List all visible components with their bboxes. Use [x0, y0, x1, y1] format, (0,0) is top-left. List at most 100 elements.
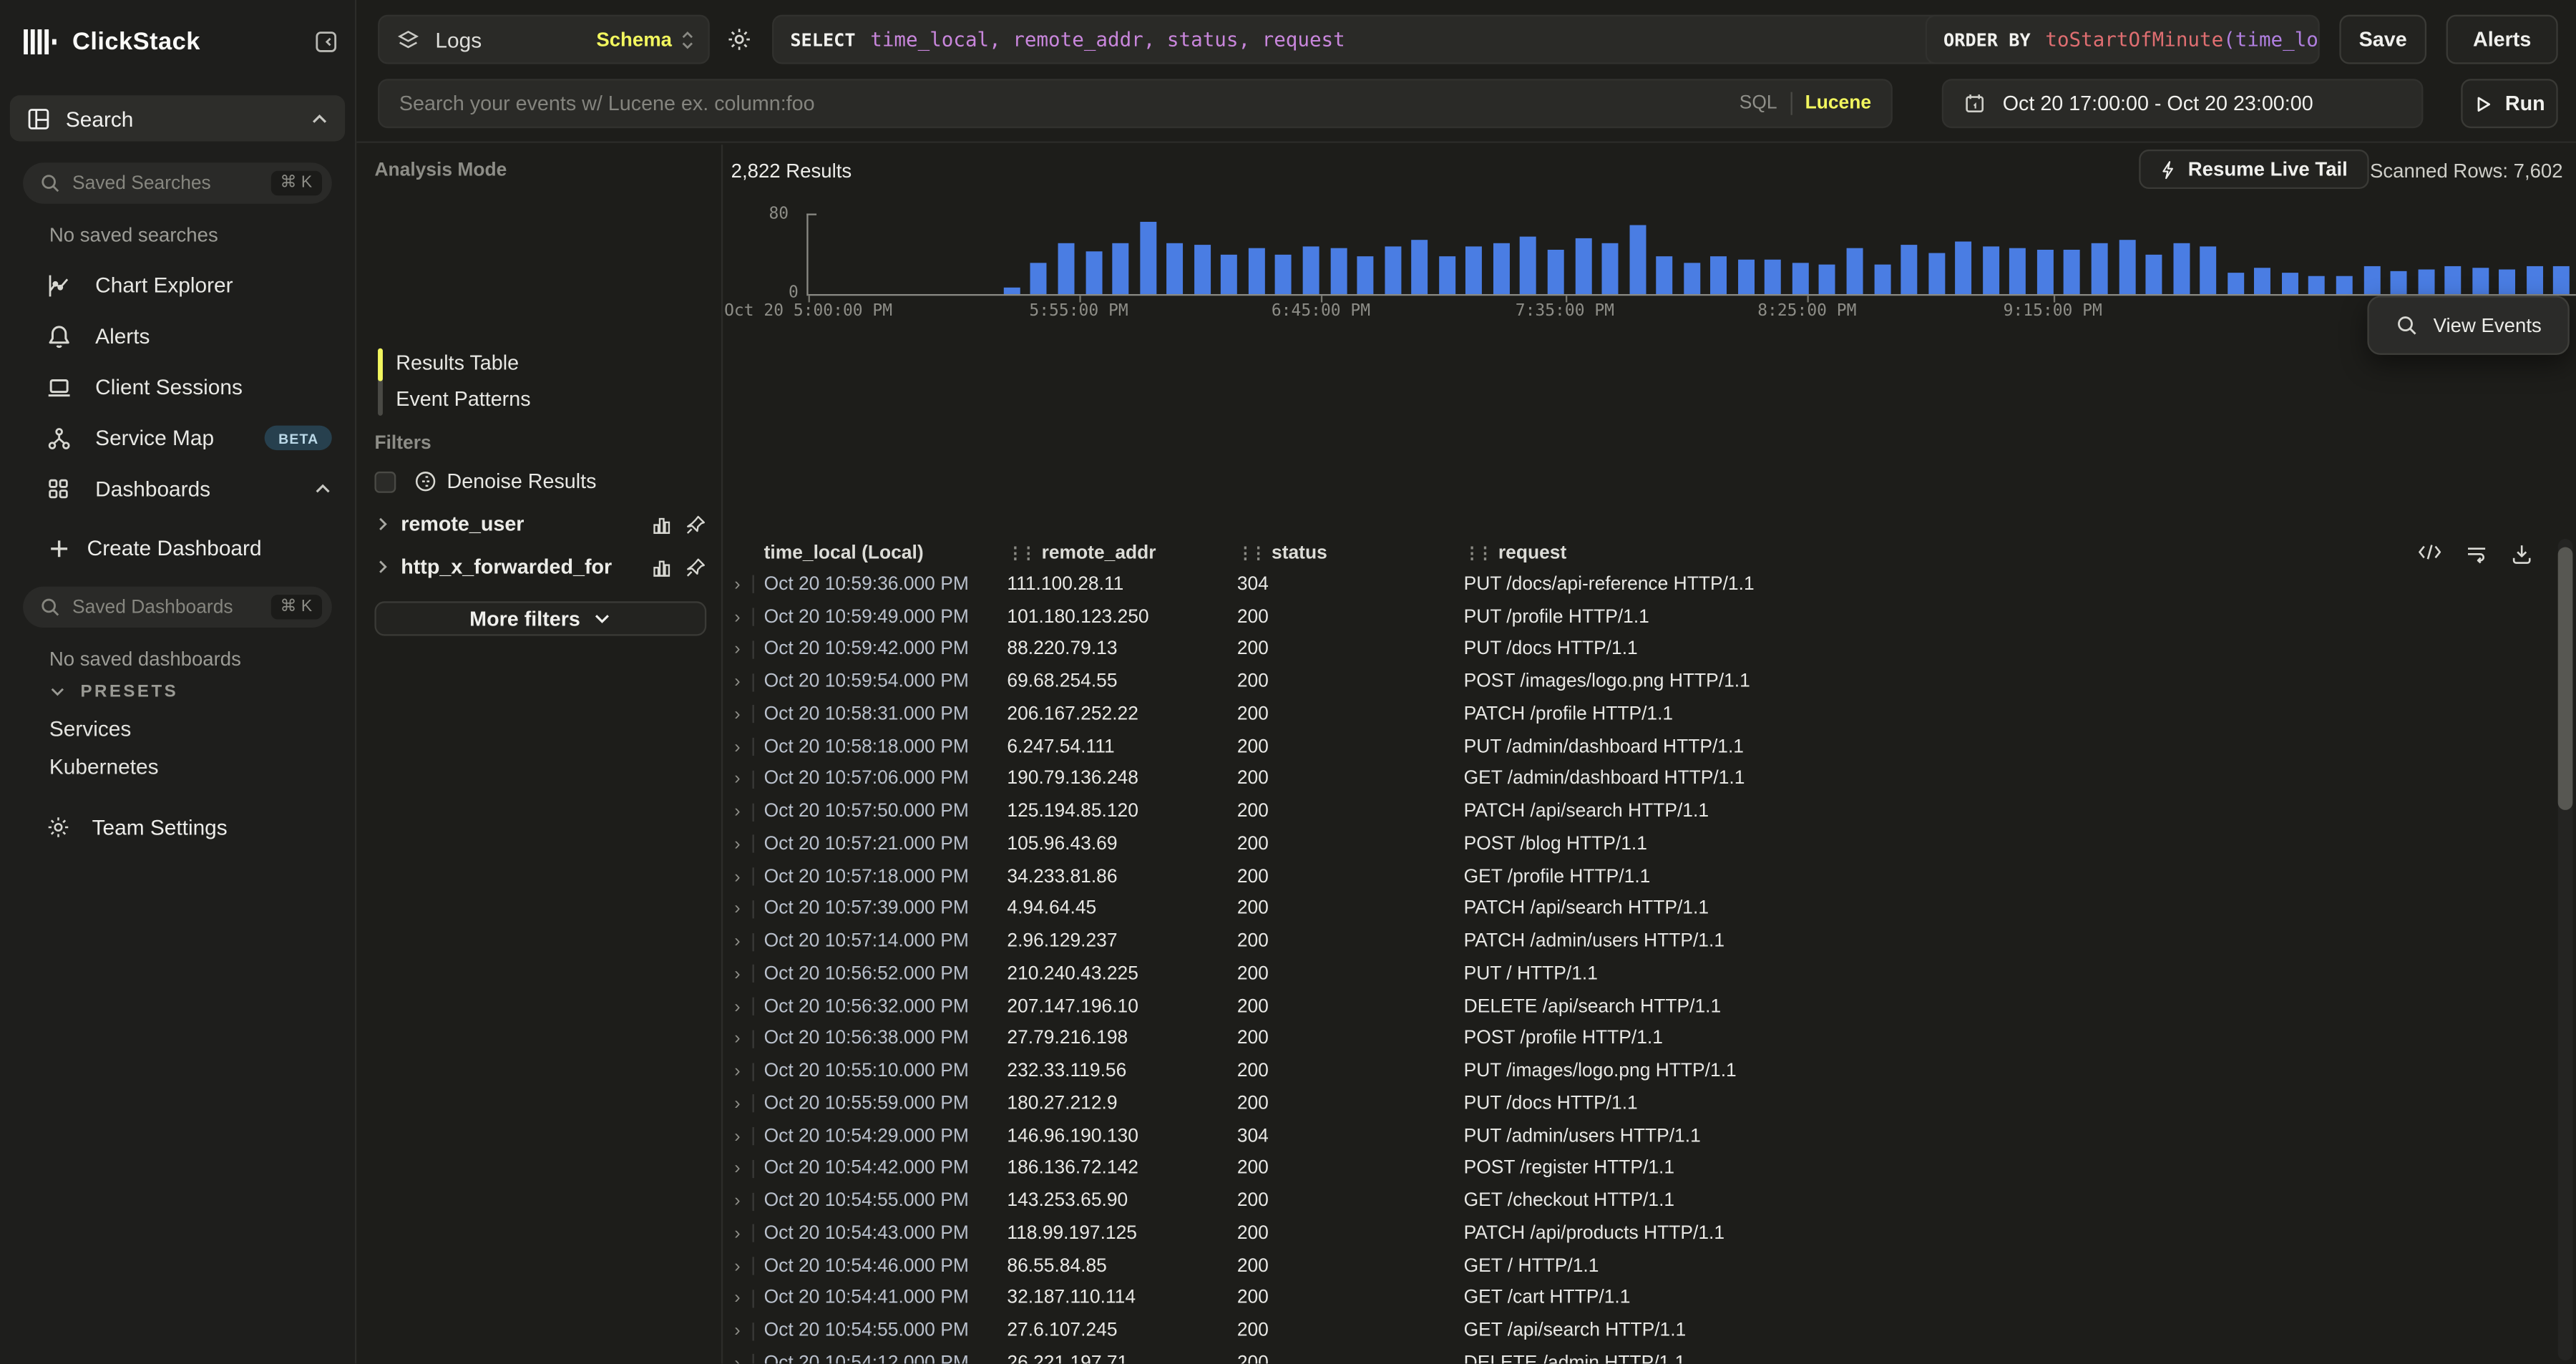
chevron-up-icon[interactable]: [311, 109, 328, 127]
histogram-bar[interactable]: [2119, 240, 2135, 294]
histogram-plot[interactable]: [809, 220, 2576, 296]
code-view-icon[interactable]: [2416, 542, 2443, 565]
histogram-bar[interactable]: [1847, 248, 1863, 294]
row-expand-chevron-icon[interactable]: ›: [734, 997, 752, 1017]
lucene-search-input[interactable]: Search your events w/ Lucene ex. column:…: [378, 79, 1893, 128]
preset-item-services[interactable]: Services: [49, 716, 131, 741]
histogram-bar[interactable]: [2445, 266, 2462, 294]
histogram-bar[interactable]: [1792, 262, 1809, 294]
table-row[interactable]: ›Oct 20 10:56:52.000 PM210.240.43.225200…: [724, 958, 2543, 990]
histogram-bar[interactable]: [2309, 277, 2326, 294]
drag-handle-icon[interactable]: ⋮⋮: [1464, 545, 1491, 562]
table-row[interactable]: ›Oct 20 10:59:54.000 PM69.68.254.55200PO…: [724, 666, 2543, 698]
table-row[interactable]: ›Oct 20 10:56:38.000 PM27.79.216.198200P…: [724, 1023, 2543, 1055]
table-row[interactable]: ›Oct 20 10:54:41.000 PM32.187.110.114200…: [724, 1282, 2543, 1315]
wrap-text-icon[interactable]: [2464, 542, 2489, 565]
histogram-bar[interactable]: [1330, 248, 1347, 294]
denoise-results-toggle[interactable]: Denoise Results: [374, 470, 596, 493]
orderby-input[interactable]: ORDER BY toStartOfMinute(time_local) DES…: [1926, 15, 2320, 64]
chevron-up-icon[interactable]: [314, 479, 332, 497]
histogram-bar[interactable]: [2146, 255, 2162, 294]
column-header-remote-addr[interactable]: ⋮⋮ remote_addr: [1007, 544, 1236, 564]
histogram-bar[interactable]: [1765, 260, 1782, 294]
create-dashboard-button[interactable]: Create Dashboard: [49, 535, 262, 560]
row-expand-chevron-icon[interactable]: ›: [734, 964, 752, 984]
resume-live-tail-button[interactable]: Resume Live Tail: [2139, 150, 2369, 189]
histogram-bar[interactable]: [2472, 268, 2489, 294]
histogram-bar[interactable]: [2037, 250, 2054, 294]
histogram-bar[interactable]: [1303, 247, 1319, 294]
sidebar-item-service-map[interactable]: Service Map BETA: [0, 412, 355, 463]
denoise-checkbox[interactable]: [374, 471, 396, 492]
histogram-bar[interactable]: [1820, 264, 1836, 294]
histogram-bar[interactable]: [1738, 259, 1755, 294]
row-expand-chevron-icon[interactable]: ›: [734, 640, 752, 660]
scrollbar-thumb[interactable]: [2558, 547, 2573, 810]
schema-selector[interactable]: Schema: [596, 28, 695, 51]
table-row[interactable]: ›Oct 20 10:54:29.000 PM146.96.190.130304…: [724, 1120, 2543, 1152]
row-expand-chevron-icon[interactable]: ›: [734, 1029, 752, 1049]
row-expand-chevron-icon[interactable]: ›: [734, 900, 752, 920]
column-header-time-local[interactable]: time_local (Local): [764, 544, 1008, 564]
histogram-bar[interactable]: [2554, 267, 2570, 294]
histogram-bar[interactable]: [1493, 244, 1510, 294]
row-expand-chevron-icon[interactable]: ›: [734, 1257, 752, 1277]
saved-dashboards-input[interactable]: Saved Dashboards ⌘ K: [23, 587, 332, 628]
column-header-request[interactable]: ⋮⋮ request: [1464, 544, 2543, 564]
histogram-bar[interactable]: [2173, 244, 2190, 294]
run-button[interactable]: Run: [2461, 79, 2557, 128]
histogram-bar[interactable]: [1521, 237, 1537, 294]
lucene-mode-toggle[interactable]: Lucene: [1805, 94, 1871, 114]
histogram-bar[interactable]: [1167, 243, 1184, 293]
more-filters-button[interactable]: More filters: [374, 601, 706, 635]
histogram-bar[interactable]: [2282, 272, 2298, 294]
table-row[interactable]: ›Oct 20 10:54:55.000 PM143.253.65.90200G…: [724, 1185, 2543, 1217]
histogram-bar[interactable]: [1140, 222, 1156, 294]
row-expand-chevron-icon[interactable]: ›: [734, 705, 752, 725]
row-expand-chevron-icon[interactable]: ›: [734, 1354, 752, 1364]
table-row[interactable]: ›Oct 20 10:58:31.000 PM206.167.252.22200…: [724, 698, 2543, 731]
table-row[interactable]: ›Oct 20 10:56:32.000 PM207.147.196.10200…: [724, 990, 2543, 1023]
histogram-bar[interactable]: [1058, 244, 1075, 294]
drag-handle-icon[interactable]: ⋮⋮: [1007, 545, 1033, 562]
histogram-bar[interactable]: [2200, 245, 2217, 294]
view-events-popover[interactable]: View Events: [2368, 296, 2570, 355]
saved-searches-input[interactable]: Saved Searches ⌘ K: [23, 162, 332, 203]
histogram-bar[interactable]: [1357, 255, 1374, 294]
row-expand-chevron-icon[interactable]: ›: [734, 1159, 752, 1179]
row-expand-chevron-icon[interactable]: ›: [734, 672, 752, 692]
table-row[interactable]: ›Oct 20 10:59:42.000 PM88.220.79.13200PU…: [724, 633, 2543, 666]
histogram-bar[interactable]: [1276, 254, 1292, 294]
histogram-bar[interactable]: [2336, 276, 2353, 294]
row-expand-chevron-icon[interactable]: ›: [734, 1289, 752, 1309]
field-pin-icon[interactable]: [685, 513, 706, 535]
histogram-bar[interactable]: [1928, 253, 1945, 293]
table-row[interactable]: ›Oct 20 10:57:18.000 PM34.233.81.86200GE…: [724, 860, 2543, 892]
row-expand-chevron-icon[interactable]: ›: [734, 1126, 752, 1146]
histogram-bar[interactable]: [2228, 273, 2244, 294]
table-row[interactable]: ›Oct 20 10:58:18.000 PM6.247.54.111200PU…: [724, 731, 2543, 763]
histogram-bar[interactable]: [1874, 265, 1890, 294]
sidebar-item-client-sessions[interactable]: Client Sessions: [0, 361, 355, 412]
histogram-bar[interactable]: [1194, 245, 1211, 294]
sidebar-item-alerts[interactable]: Alerts: [0, 311, 355, 361]
histogram-bar[interactable]: [1113, 244, 1129, 294]
table-row[interactable]: ›Oct 20 10:57:21.000 PM105.96.43.69200PO…: [724, 828, 2543, 860]
histogram-bar[interactable]: [1901, 245, 1918, 294]
column-header-status[interactable]: ⋮⋮ status: [1237, 544, 1464, 564]
histogram-bar[interactable]: [2391, 271, 2407, 294]
row-expand-chevron-icon[interactable]: ›: [734, 769, 752, 789]
collapse-sidebar-icon[interactable]: [314, 29, 338, 53]
row-expand-chevron-icon[interactable]: ›: [734, 1192, 752, 1212]
table-row[interactable]: ›Oct 20 10:54:43.000 PM118.99.197.125200…: [724, 1217, 2543, 1249]
table-row[interactable]: ›Oct 20 10:59:36.000 PM111.100.28.11304P…: [724, 568, 2543, 600]
mode-event-patterns[interactable]: Event Patterns: [396, 388, 530, 411]
field-chart-icon[interactable]: [650, 513, 672, 535]
field-pin-icon[interactable]: [685, 556, 706, 578]
histogram-bar[interactable]: [1711, 257, 1727, 294]
histogram-bar[interactable]: [1629, 225, 1646, 294]
source-settings-gear-icon[interactable]: [726, 26, 753, 53]
filter-field-http-x-forwarded-for[interactable]: http_x_forwarded_for: [374, 550, 706, 583]
table-row[interactable]: ›Oct 20 10:54:42.000 PM186.136.72.142200…: [724, 1153, 2543, 1185]
row-expand-chevron-icon[interactable]: ›: [734, 608, 752, 628]
